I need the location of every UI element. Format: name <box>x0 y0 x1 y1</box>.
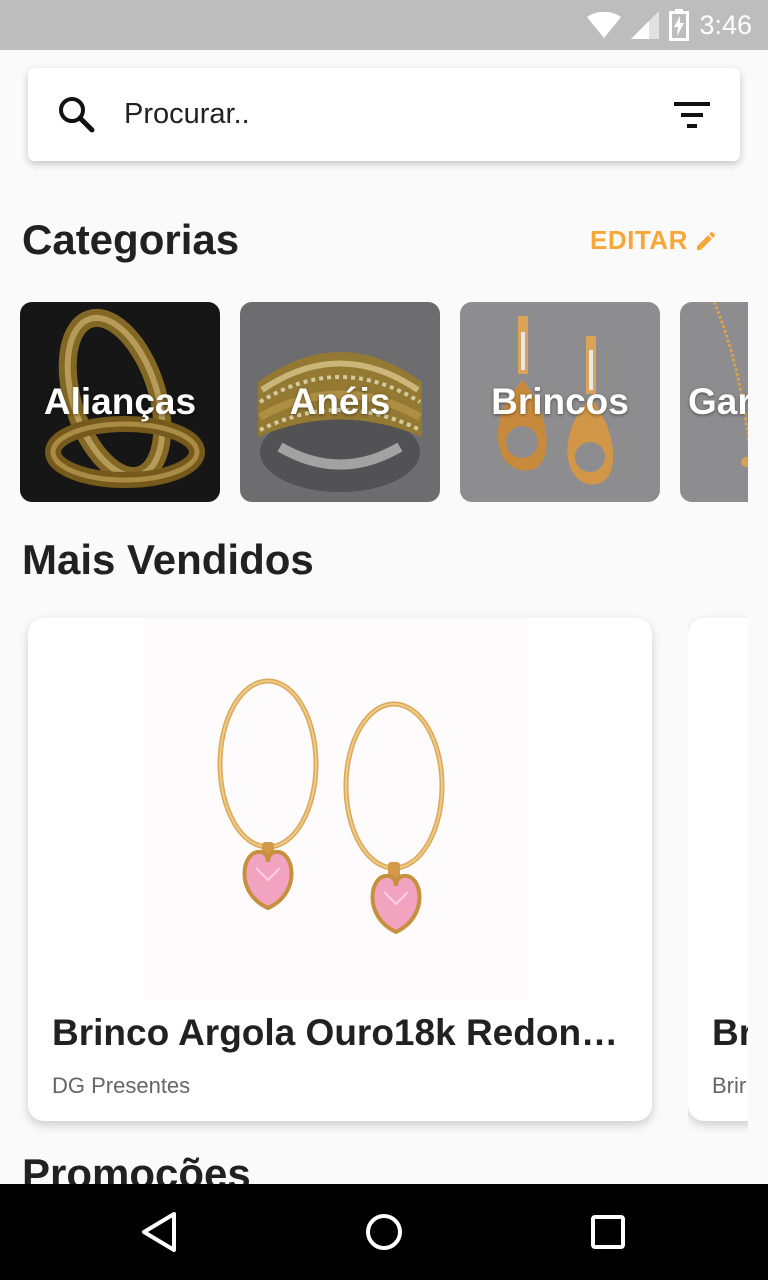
category-gargantilhas[interactable]: Gar <box>680 302 748 502</box>
search-bar[interactable] <box>28 68 740 161</box>
product-store: DG Presentes <box>52 1073 191 1098</box>
wifi-icon <box>587 12 622 38</box>
category-aneis[interactable]: Anéis <box>240 302 440 502</box>
category-brincos[interactable]: Brincos <box>460 302 660 502</box>
product-card[interactable]: Br Brir <box>688 618 748 1121</box>
search-icon[interactable] <box>56 94 96 134</box>
best-sellers-title: Mais Vendidos <box>22 536 314 583</box>
category-label: Anéis <box>289 381 391 422</box>
product-title: Brinco Argola Ouro18k Redon… <box>52 1012 619 1053</box>
category-label: Brincos <box>491 381 629 422</box>
battery-charging-icon <box>669 9 690 41</box>
category-label: Alianças <box>43 381 197 422</box>
status-icons: 3:46 <box>587 8 752 42</box>
search-input[interactable] <box>124 90 644 138</box>
category-aliancas[interactable]: Alianças <box>20 302 220 502</box>
status-time: 3:46 <box>699 9 752 40</box>
edit-categories-button[interactable]: EDITAR <box>590 225 718 256</box>
product-card[interactable]: Brinco Argola Ouro18k Redon… DG Presente… <box>28 618 652 1121</box>
categories-title: Categorias <box>22 216 240 263</box>
recents-icon[interactable] <box>586 1210 630 1254</box>
category-label: Gar <box>688 381 748 422</box>
filter-icon[interactable] <box>672 98 712 132</box>
product-title: Br <box>712 1012 748 1053</box>
signal-icon <box>631 11 660 39</box>
status-bar: 3:46 <box>0 0 768 50</box>
edit-label: EDITAR <box>590 225 688 255</box>
product-store: Brir <box>712 1073 747 1098</box>
product-image <box>144 618 528 1000</box>
back-icon[interactable] <box>138 1210 182 1254</box>
categories-carousel[interactable]: Alianças Anéis Brincos Gar <box>20 302 748 502</box>
next-product-clip: Br Brir <box>688 610 748 1140</box>
pencil-icon <box>696 231 715 250</box>
navigation-bar <box>0 1184 768 1280</box>
home-icon[interactable] <box>362 1210 406 1254</box>
